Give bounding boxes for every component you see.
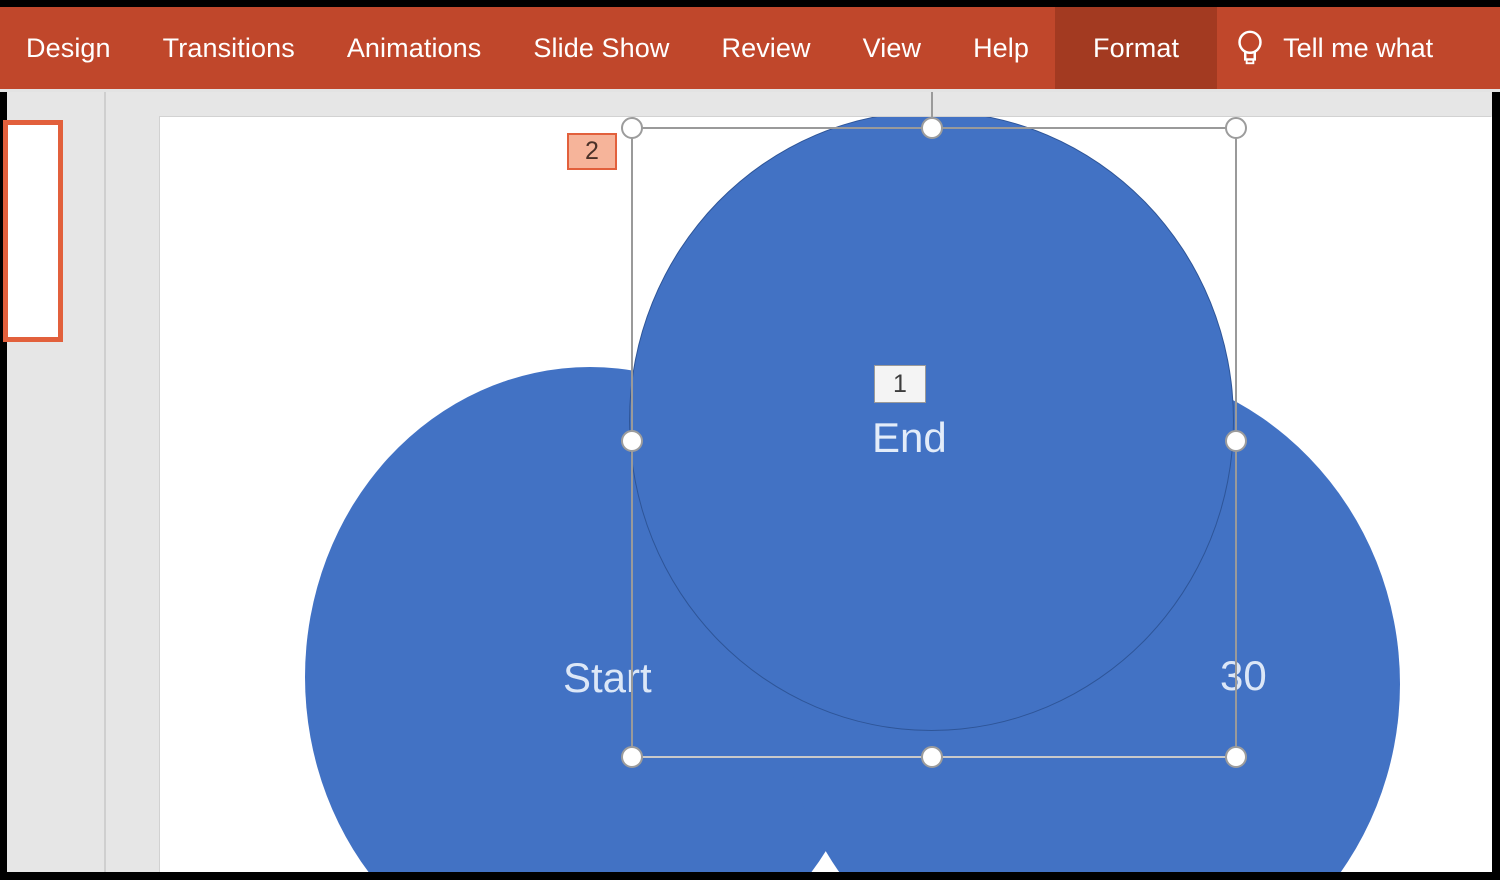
- animation-badge-2[interactable]: 2: [567, 133, 617, 170]
- tell-me-label: Tell me what: [1283, 32, 1434, 63]
- ribbon-tab-bar: Design Transitions Animations Slide Show…: [0, 7, 1500, 89]
- ribbon-tabs: Design Transitions Animations Slide Show…: [0, 7, 1433, 89]
- animation-badge-1[interactable]: 1: [874, 365, 926, 403]
- shape-label-end: End: [872, 414, 947, 461]
- window-bottom-bezel: [0, 872, 1500, 880]
- window-top-bezel: [0, 0, 1500, 7]
- ribbon-tab-view[interactable]: View: [837, 7, 947, 89]
- ribbon-tab-format[interactable]: Format: [1055, 7, 1218, 89]
- powerpoint-window: Design Transitions Animations Slide Show…: [0, 0, 1500, 880]
- ribbon-tab-label: Format: [1093, 32, 1180, 63]
- slide-thumbnail-selected[interactable]: [3, 120, 63, 342]
- ribbon-tab-transitions[interactable]: Transitions: [137, 7, 321, 89]
- ribbon-tab-label: Review: [721, 32, 811, 63]
- ribbon-tab-help[interactable]: Help: [947, 7, 1055, 89]
- ribbon-tab-label: Transitions: [162, 32, 295, 63]
- ribbon-tab-label: Slide Show: [533, 32, 670, 63]
- tell-me-search[interactable]: Tell me what: [1217, 7, 1433, 89]
- ribbon-tab-label: Design: [26, 32, 111, 63]
- lightbulb-icon: [1233, 28, 1283, 68]
- slide-canvas[interactable]: Start 30 End 1: [160, 117, 1492, 878]
- window-right-bezel: [1492, 92, 1500, 878]
- shape-label-thirty: 30: [1220, 652, 1267, 699]
- ribbon-tab-design[interactable]: Design: [0, 7, 137, 89]
- slide-thumbnail-pane[interactable]: [3, 92, 104, 878]
- shape-label-start: Start: [563, 654, 652, 701]
- ribbon-tab-label: Help: [973, 32, 1029, 63]
- ribbon-tab-animations[interactable]: Animations: [321, 7, 508, 89]
- ribbon-tab-label: Animations: [346, 32, 482, 63]
- workspace: Start 30 End 1: [0, 92, 1500, 878]
- editor-background: [212, 92, 1500, 117]
- ribbon-tab-review[interactable]: Review: [695, 7, 836, 89]
- ribbon-tab-label: View: [862, 32, 922, 63]
- ribbon-tab-slide-show[interactable]: Slide Show: [507, 7, 695, 89]
